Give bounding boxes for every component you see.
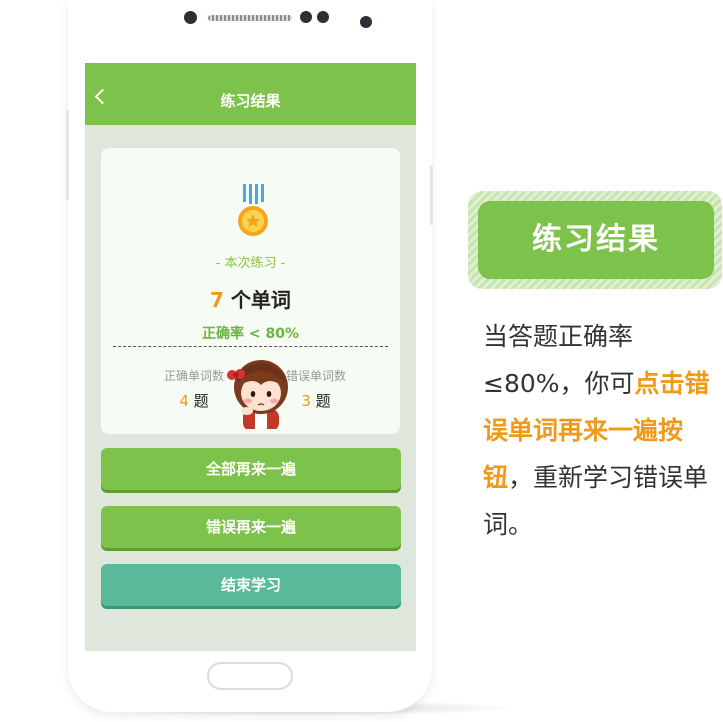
cartoon-girl-image — [227, 360, 288, 429]
retry-wrong-button[interactable]: 错误再来一遍 — [101, 506, 401, 548]
result-card: - 本次练习 - 7 个单词 正确率 < 80% 正确单词数 4 题 错误单词数… — [101, 148, 400, 434]
callout-badge: 练习结果 — [478, 201, 714, 279]
correct-unit: 题 — [193, 392, 209, 410]
page-title: 练习结果 — [220, 92, 281, 110]
side-button-right — [430, 165, 433, 225]
wrong-unit: 题 — [315, 392, 331, 410]
speaker-grille — [208, 15, 292, 21]
sensor-dot-icon — [300, 11, 312, 23]
word-unit: 个单词 — [230, 288, 291, 312]
wrong-value: 3 — [301, 392, 311, 410]
accuracy-text: 正确率 < 80% — [202, 326, 299, 342]
home-button[interactable] — [207, 662, 293, 690]
medal-icon — [238, 184, 268, 236]
callout-text-before: 当答题正确率≤80%，你可 — [483, 322, 635, 398]
app-screen: 练习结果 - 本次练习 - 7 个单词 正确率 < 80% 正确单词数 4 题 … — [85, 63, 416, 651]
practice-subtitle: - 本次练习 - — [215, 256, 286, 271]
dashed-divider — [113, 346, 388, 347]
word-count: 7 — [210, 288, 224, 312]
finish-study-button[interactable]: 结束学习 — [101, 564, 401, 606]
camera-dot-icon — [184, 11, 197, 24]
word-count-line: 7 个单词 — [101, 284, 400, 313]
callout-text-after: ，重新学习错误单词。 — [483, 463, 709, 539]
side-button-left — [66, 110, 69, 200]
front-camera-icon — [360, 16, 372, 28]
callout-description: 当答题正确率≤80%，你可点击错误单词再来一遍按钮，重新学习错误单词。 — [483, 313, 719, 548]
retry-all-button[interactable]: 全部再来一遍 — [101, 448, 401, 490]
correct-value: 4 — [179, 392, 189, 410]
title-bar: 练习结果 — [85, 63, 416, 125]
sensor-dot-icon — [317, 11, 329, 23]
